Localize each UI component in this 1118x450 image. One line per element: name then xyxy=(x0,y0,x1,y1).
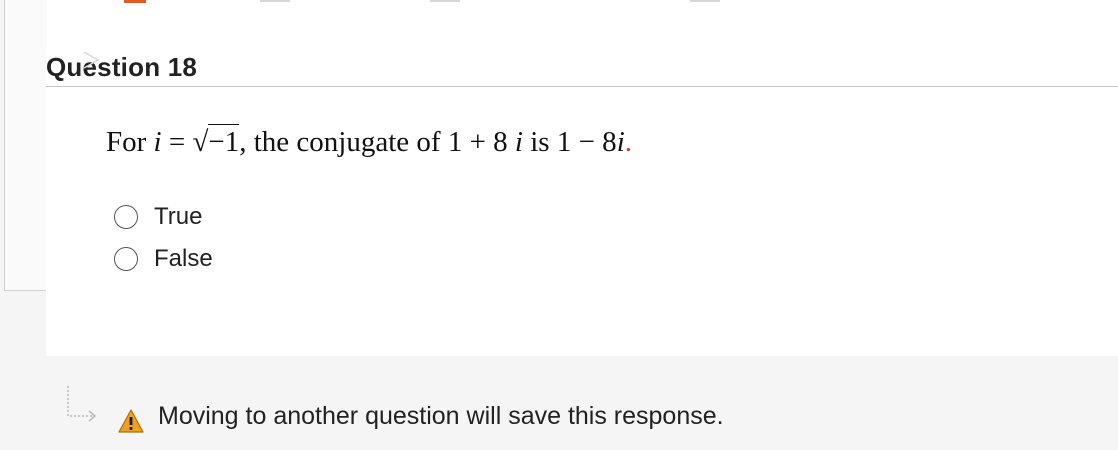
question-stem: For i = √−1, the conjugate of 1 + 8 i is… xyxy=(106,124,632,159)
return-arrow-icon xyxy=(67,386,97,422)
arrow-icon xyxy=(83,51,100,69)
option-label: False xyxy=(154,245,213,272)
math-variable: i xyxy=(616,126,625,158)
stem-period: . xyxy=(624,126,632,158)
question-panel: Question 18 For i = √−1, the conjugate o… xyxy=(46,48,1118,356)
math-variable: i xyxy=(514,126,523,158)
answer-option-true[interactable]: True xyxy=(114,196,213,238)
option-label: True xyxy=(154,203,203,230)
previous-content-edge xyxy=(260,0,290,2)
warning-icon xyxy=(118,409,144,433)
navigation-sidebar xyxy=(4,0,47,291)
stem-text: , the conjugate of 1 + 8 xyxy=(239,126,515,158)
square-root: √−1 xyxy=(192,124,240,159)
radio-button-false[interactable] xyxy=(114,247,138,271)
radicand: −1 xyxy=(208,124,240,158)
footer-bar: Moving to another question will save thi… xyxy=(0,356,1118,450)
previous-content-edge xyxy=(690,0,720,2)
radical-sign: √ xyxy=(192,126,209,158)
save-notice: Moving to another question will save thi… xyxy=(158,402,724,430)
math-variable: i xyxy=(153,126,162,158)
previous-content-edge xyxy=(430,0,460,2)
question-title: Question 18 xyxy=(46,52,198,82)
answer-options: True False xyxy=(114,196,213,280)
answer-option-false[interactable]: False xyxy=(114,238,213,280)
previous-question-marker xyxy=(124,0,146,3)
math-operator: = xyxy=(161,126,193,158)
stem-text: is 1 − 8 xyxy=(522,126,617,158)
title-divider xyxy=(46,86,1118,87)
radio-button-true[interactable] xyxy=(114,205,138,229)
stem-text: For xyxy=(106,126,147,158)
